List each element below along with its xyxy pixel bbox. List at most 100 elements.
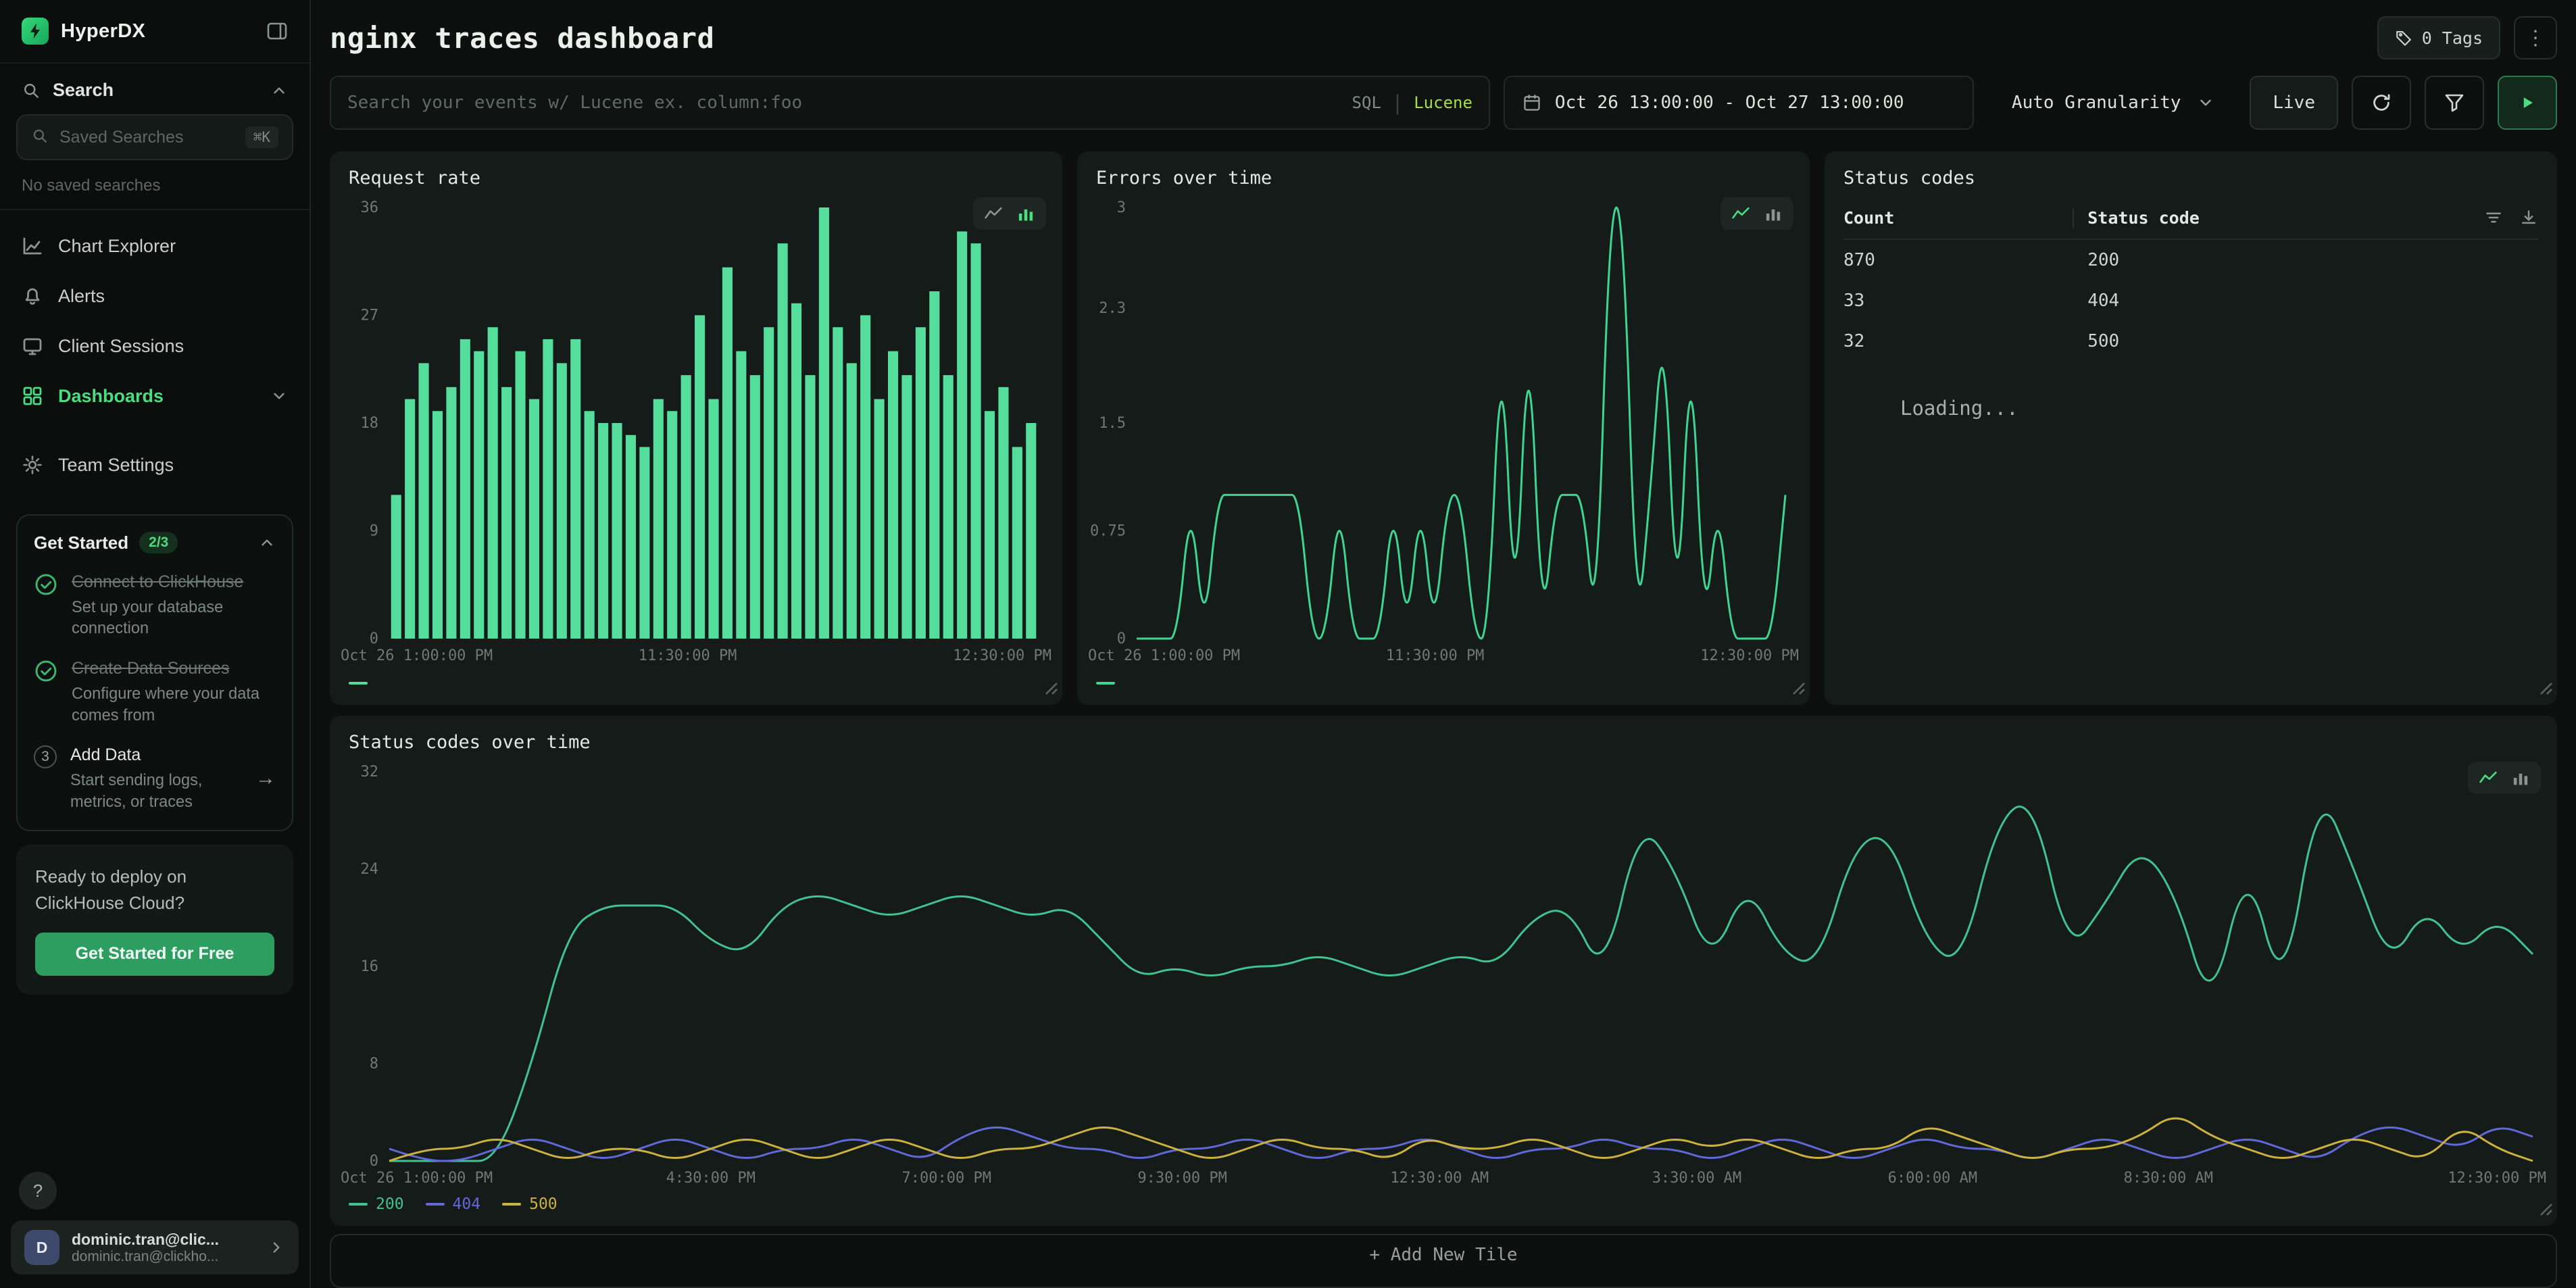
chevron-down-icon[interactable]: [270, 387, 288, 405]
svg-text:24: 24: [361, 861, 379, 878]
step-title: Create Data Sources: [72, 658, 276, 680]
dashboard-grid-top: Request rate 09182736Oct 26 1:00:00 PM11…: [330, 151, 2557, 705]
svg-text:3:30:00 AM: 3:30:00 AM: [1652, 1170, 1741, 1187]
step-title: Connect to ClickHouse: [72, 571, 276, 593]
column-header-count[interactable]: Count: [1843, 208, 2073, 228]
loading-indicator: Loading...: [1900, 397, 2538, 420]
tile-resize-handle[interactable]: [2540, 676, 2553, 701]
svg-text:0: 0: [370, 630, 378, 647]
keyboard-shortcut-badge: ⌘K: [245, 126, 278, 148]
svg-text:27: 27: [361, 307, 379, 324]
tile-resize-handle[interactable]: [1792, 676, 1806, 701]
arrow-right-icon: →: [255, 767, 276, 790]
sql-toggle[interactable]: SQL: [1352, 93, 1381, 112]
dashboard-menu-button[interactable]: ⋮: [2514, 16, 2557, 59]
column-header-status-code[interactable]: Status code: [2073, 208, 2484, 228]
tags-button[interactable]: 0 Tags: [2377, 16, 2500, 59]
no-saved-searches-text: No saved searches: [0, 171, 309, 198]
table-filter-icon[interactable]: [2484, 208, 2503, 227]
svg-text:8:30:00 AM: 8:30:00 AM: [2124, 1170, 2213, 1187]
legend-item-404[interactable]: 404: [426, 1195, 481, 1213]
add-new-tile-button[interactable]: + Add New Tile: [330, 1234, 2557, 1288]
search-section-header[interactable]: Search: [0, 64, 309, 112]
download-icon[interactable]: [2519, 208, 2538, 227]
column-header-label: Status code: [2087, 208, 2200, 228]
sidebar-item-chart-explorer[interactable]: Chart Explorer: [0, 221, 309, 271]
svg-text:8: 8: [370, 1056, 378, 1072]
legend-label: 200: [376, 1195, 404, 1213]
date-range-picker[interactable]: Oct 26 13:00:00 - Oct 27 13:00:00: [1504, 76, 1974, 130]
live-button[interactable]: Live: [2250, 76, 2338, 130]
tile-status-codes-over-time: Status codes over time 08162432Oct 26 1:…: [330, 716, 2557, 1226]
sidebar-item-alerts[interactable]: Alerts: [0, 271, 309, 321]
chart-type-toggle: [973, 197, 1046, 230]
tile-errors-over-time: Errors over time 00.751.52.33Oct 26 1:00…: [1077, 151, 1810, 705]
status-codes-over-time-chart[interactable]: 08162432Oct 26 1:00:00 PM4:30:00 PM7:00:…: [338, 758, 2549, 1191]
svg-text:11:30:00 PM: 11:30:00 PM: [639, 647, 737, 664]
search-section: Search Saved Searches ⌘K No saved search…: [0, 64, 309, 210]
sidebar-item-dashboards[interactable]: Dashboards: [0, 371, 309, 421]
svg-text:1.5: 1.5: [1099, 415, 1126, 432]
line-chart-icon[interactable]: [984, 204, 1003, 223]
sidebar-collapse-button[interactable]: [266, 20, 288, 42]
get-started-card: Get Started 2/3 Connect to ClickHouse Se…: [16, 514, 293, 831]
check-circle-icon: [34, 572, 58, 597]
monitor-icon: [22, 335, 43, 357]
table-row: 32 500: [1843, 321, 2538, 362]
bar-chart-icon[interactable]: [1764, 204, 1783, 223]
saved-searches-input[interactable]: Saved Searches ⌘K: [16, 114, 293, 160]
legend-item[interactable]: [349, 682, 368, 685]
tile-title: Status codes over time: [330, 716, 2557, 756]
svg-text:11:30:00 PM: 11:30:00 PM: [1386, 647, 1485, 664]
errors-over-time-chart[interactable]: 00.751.52.33Oct 26 1:00:00 PM11:30:00 PM…: [1085, 194, 1802, 670]
get-started-free-button[interactable]: Get Started for Free: [35, 933, 274, 976]
tags-button-label: 0 Tags: [2422, 28, 2483, 48]
bar-chart-icon[interactable]: [1016, 204, 1035, 223]
lucene-toggle[interactable]: Lucene: [1414, 93, 1472, 112]
svg-text:0: 0: [370, 1153, 378, 1170]
chevron-down-icon: [2197, 94, 2214, 112]
refresh-button[interactable]: [2352, 76, 2411, 130]
svg-text:18: 18: [361, 415, 379, 432]
tile-status-codes: Status codes Count Status code: [1825, 151, 2557, 705]
svg-text:0: 0: [1117, 630, 1126, 647]
chevron-up-icon[interactable]: [258, 534, 276, 551]
tile-request-rate: Request rate 09182736Oct 26 1:00:00 PM11…: [330, 151, 1062, 705]
search-icon: [31, 125, 49, 150]
language-divider: |: [1395, 91, 1400, 116]
event-search-input[interactable]: [347, 93, 1341, 113]
legend-label: 500: [529, 1195, 558, 1213]
get-started-step-sources[interactable]: Create Data Sources Configure where your…: [34, 658, 276, 726]
legend-swatch: [349, 682, 368, 685]
granularity-select[interactable]: Auto Granularity: [1996, 76, 2231, 130]
tile-resize-handle[interactable]: [2540, 1197, 2553, 1222]
line-chart-icon[interactable]: [1731, 204, 1750, 223]
sidebar-item-client-sessions[interactable]: Client Sessions: [0, 321, 309, 371]
chevron-up-icon[interactable]: [270, 82, 288, 99]
chart-type-toggle: [2468, 762, 2541, 794]
sidebar-item-team-settings[interactable]: Team Settings: [0, 440, 309, 490]
legend-item[interactable]: [1096, 682, 1115, 685]
legend-item-200[interactable]: 200: [349, 1195, 404, 1213]
panel-collapse-icon: [266, 20, 288, 42]
refresh-icon: [2371, 92, 2392, 114]
request-rate-chart[interactable]: 09182736Oct 26 1:00:00 PM11:30:00 PM12:3…: [338, 194, 1054, 670]
step-title: Add Data: [70, 744, 242, 766]
bar-chart-icon[interactable]: [2511, 768, 2530, 787]
svg-text:4:30:00 PM: 4:30:00 PM: [666, 1170, 756, 1187]
help-button[interactable]: ?: [19, 1172, 57, 1210]
user-email: dominic.tran@clickho...: [72, 1249, 255, 1265]
get-started-step-add-data[interactable]: 3 Add Data Start sending logs, metrics, …: [34, 744, 276, 813]
get-started-step-connect[interactable]: Connect to ClickHouse Set up your databa…: [34, 571, 276, 640]
filters-button[interactable]: [2425, 76, 2484, 130]
gear-icon: [22, 454, 43, 476]
tag-icon: [2395, 29, 2412, 47]
step-description: Configure where your data comes from: [72, 684, 276, 727]
line-chart-icon[interactable]: [2479, 768, 2498, 787]
user-menu[interactable]: D dominic.tran@clic... dominic.tran@clic…: [11, 1220, 299, 1274]
run-query-button[interactable]: [2498, 76, 2557, 130]
legend-item-500[interactable]: 500: [502, 1195, 558, 1213]
event-search-box: SQL | Lucene: [330, 76, 1490, 130]
tile-resize-handle[interactable]: [1045, 676, 1058, 701]
svg-text:32: 32: [361, 764, 379, 781]
